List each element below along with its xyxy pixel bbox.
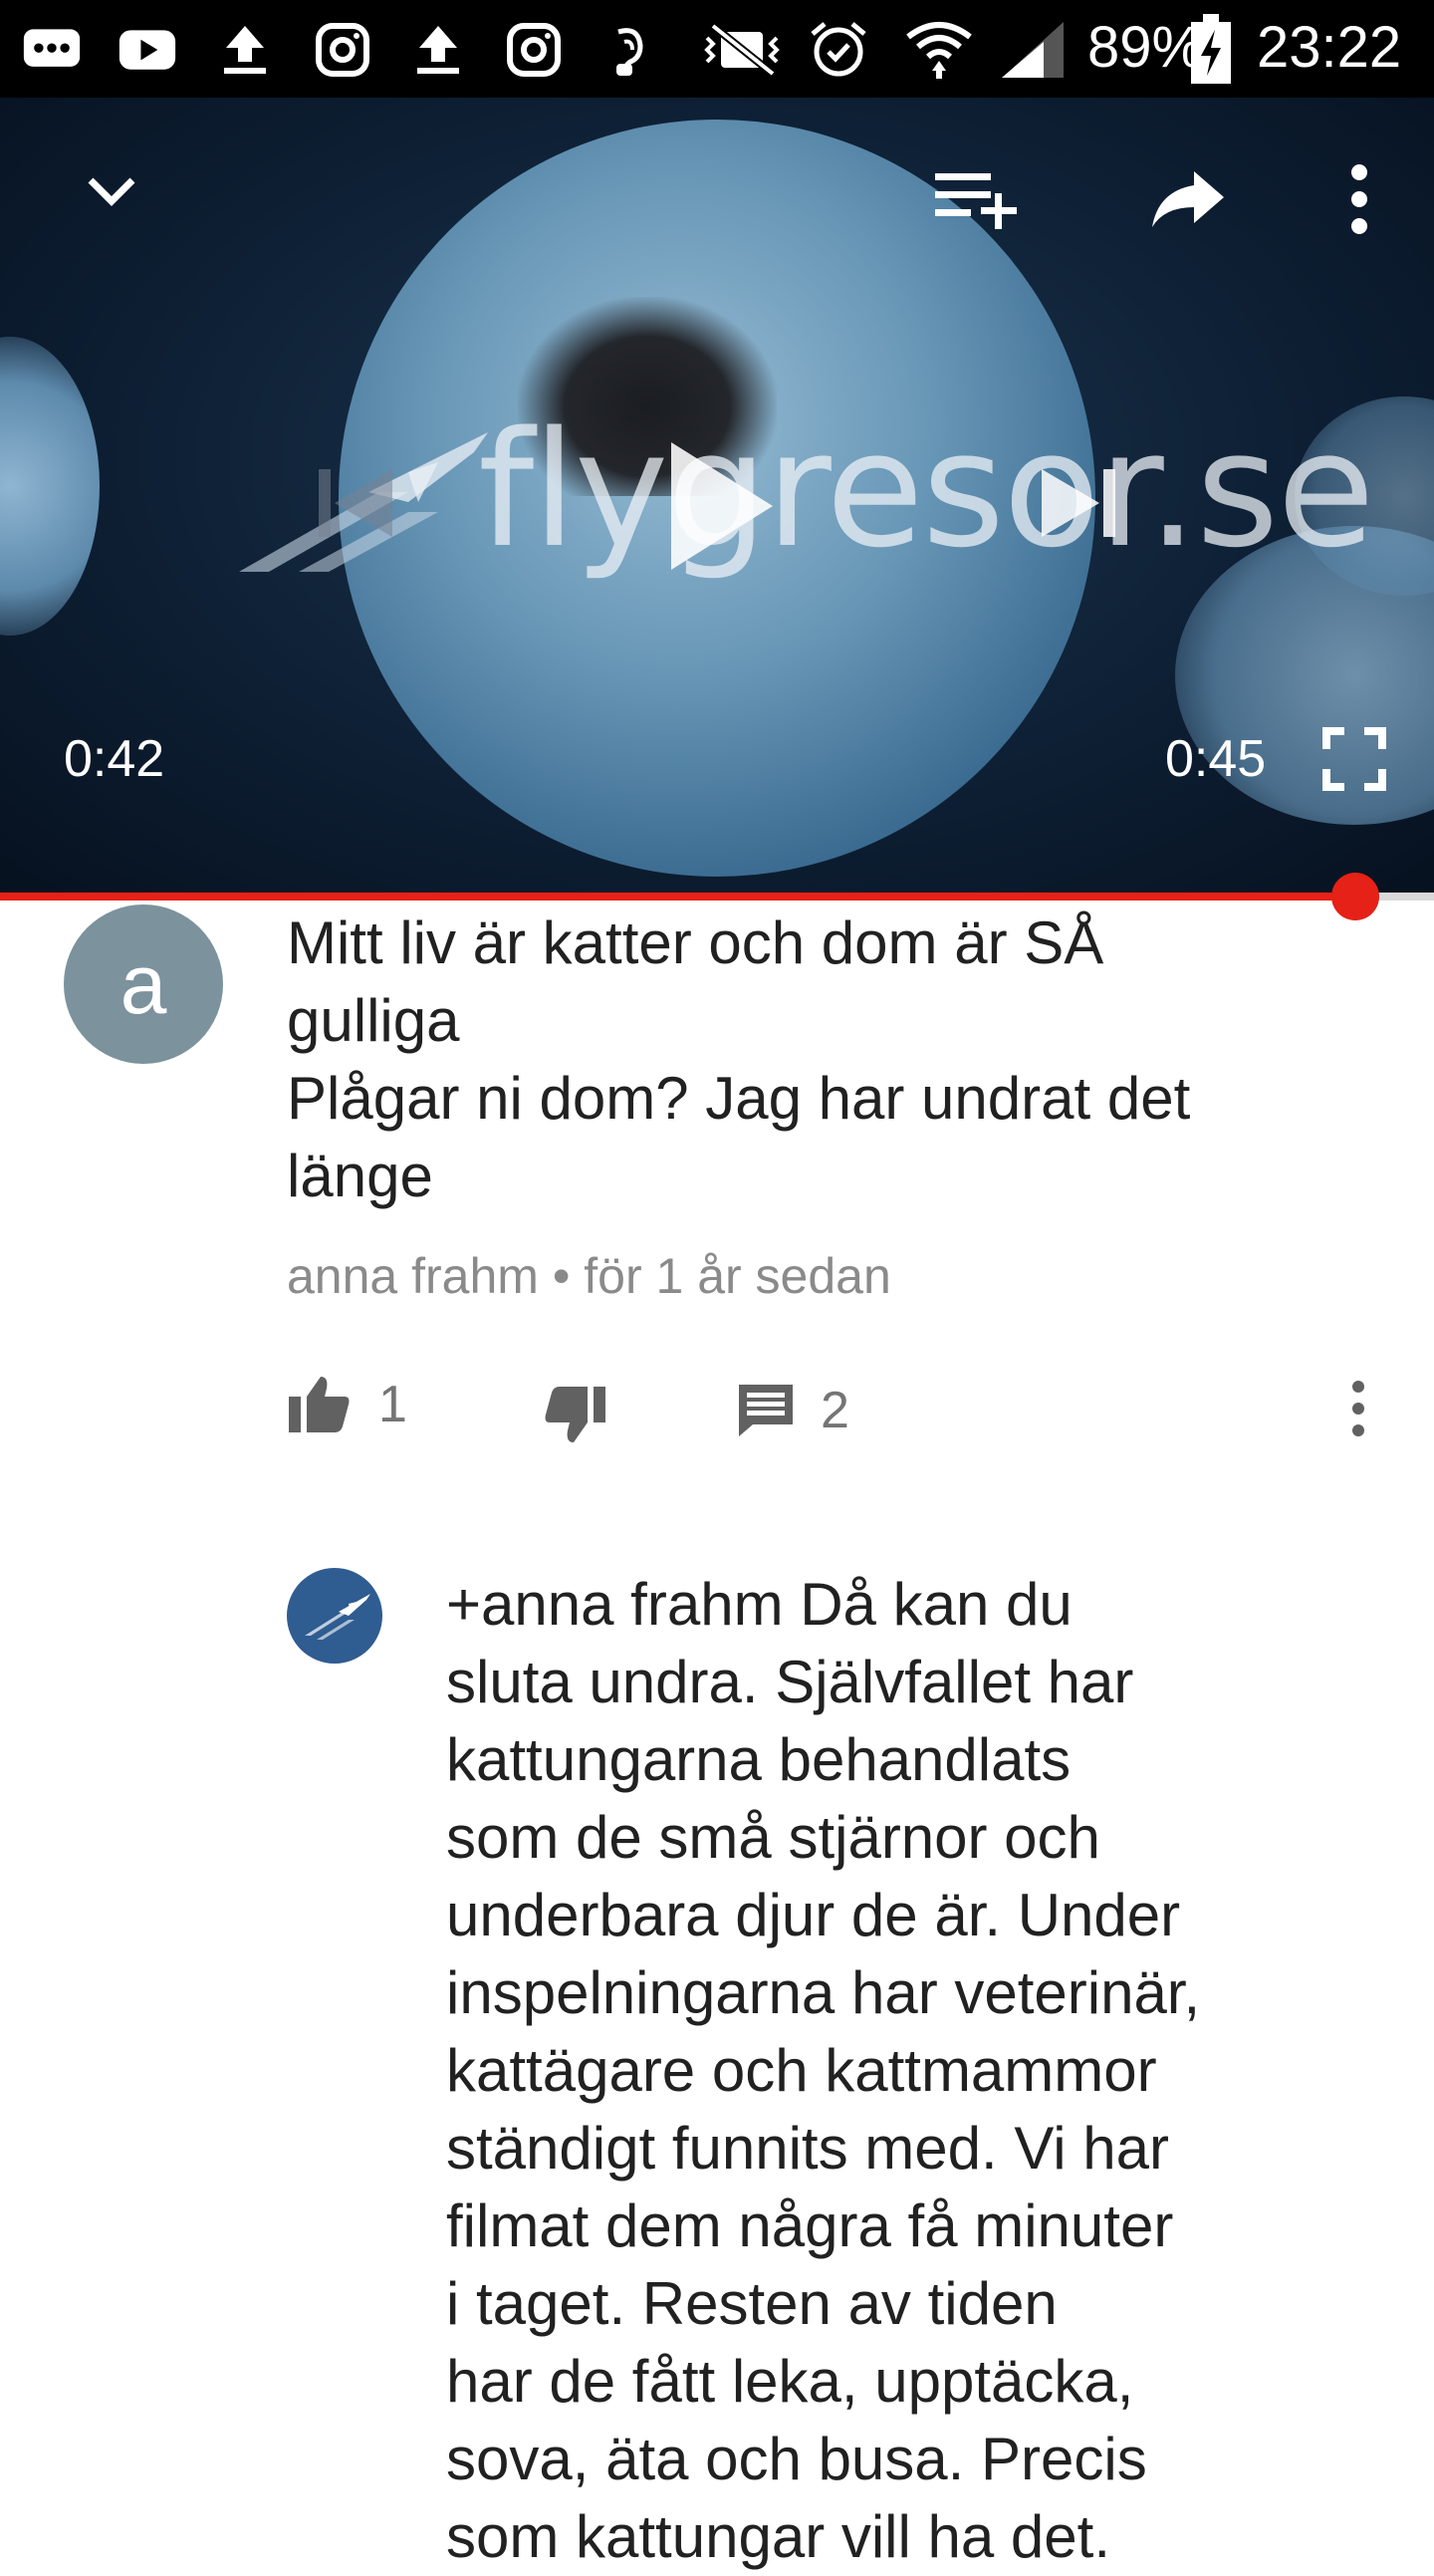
fullscreen-icon[interactable] <box>1314 719 1394 799</box>
play-icon[interactable] <box>637 426 797 586</box>
battery-percent: 89% <box>1087 15 1204 80</box>
comment-icon <box>739 1385 793 1436</box>
reply-button[interactable]: 2 <box>737 1381 849 1440</box>
comment-meta: anna frahm • för 1 år sedan <box>287 1247 891 1305</box>
progress-bar-fill <box>0 893 1355 901</box>
upload-icon <box>408 20 468 80</box>
battery-icon <box>1187 14 1235 84</box>
comment-age: för 1 år sedan <box>584 1248 891 1304</box>
video-player[interactable]: flygresor.se 0:42 0:45 <box>0 98 1434 897</box>
nfc-icon <box>599 20 659 80</box>
youtube-icon <box>118 20 177 80</box>
thumb-up-icon <box>289 1377 350 1432</box>
progress-bar[interactable] <box>0 893 1434 901</box>
playlist-add-icon[interactable] <box>926 157 1026 241</box>
chevron-down-icon[interactable] <box>70 149 153 233</box>
signal-icon <box>998 20 1068 80</box>
instagram-icon <box>313 20 372 80</box>
more-vert-icon[interactable] <box>1324 157 1394 241</box>
comment-more-icon[interactable] <box>1350 1381 1366 1436</box>
meta-separator: • <box>552 1248 571 1304</box>
skip-next-icon[interactable] <box>1026 448 1135 558</box>
upload-icon <box>215 20 275 80</box>
skip-previous-icon[interactable] <box>299 448 408 558</box>
reply-avatar[interactable] <box>287 1568 382 1664</box>
share-icon[interactable] <box>1143 157 1233 241</box>
video-frame-cloud <box>0 337 100 636</box>
mute-icon <box>697 20 787 80</box>
thumb-down-icon <box>545 1387 605 1442</box>
airplane-logo-icon <box>305 1594 370 1640</box>
like-count: 1 <box>378 1376 407 1433</box>
instagram-icon <box>504 20 564 80</box>
avatar[interactable]: a <box>64 904 223 1064</box>
comment-text: Mitt liv är katter och dom är SÅ gulliga… <box>287 909 1191 1209</box>
status-bar: 89% 23:22 <box>0 0 1434 98</box>
watermark-text: flygresor.se <box>478 396 1375 583</box>
chat-icon <box>22 20 82 80</box>
reply-text: +anna frahm Då kan du sluta undra. Själv… <box>446 1571 1201 2570</box>
clock: 23:22 <box>1257 15 1402 80</box>
alarm-icon <box>809 20 868 80</box>
wifi-icon <box>904 20 974 80</box>
like-button[interactable]: 1 <box>287 1375 407 1434</box>
duration: 0:45 <box>1165 730 1267 788</box>
comment-author[interactable]: anna frahm <box>287 1248 539 1304</box>
reply-count: 2 <box>821 1382 849 1439</box>
current-time: 0:42 <box>64 730 165 788</box>
dislike-button[interactable] <box>542 1385 607 1444</box>
